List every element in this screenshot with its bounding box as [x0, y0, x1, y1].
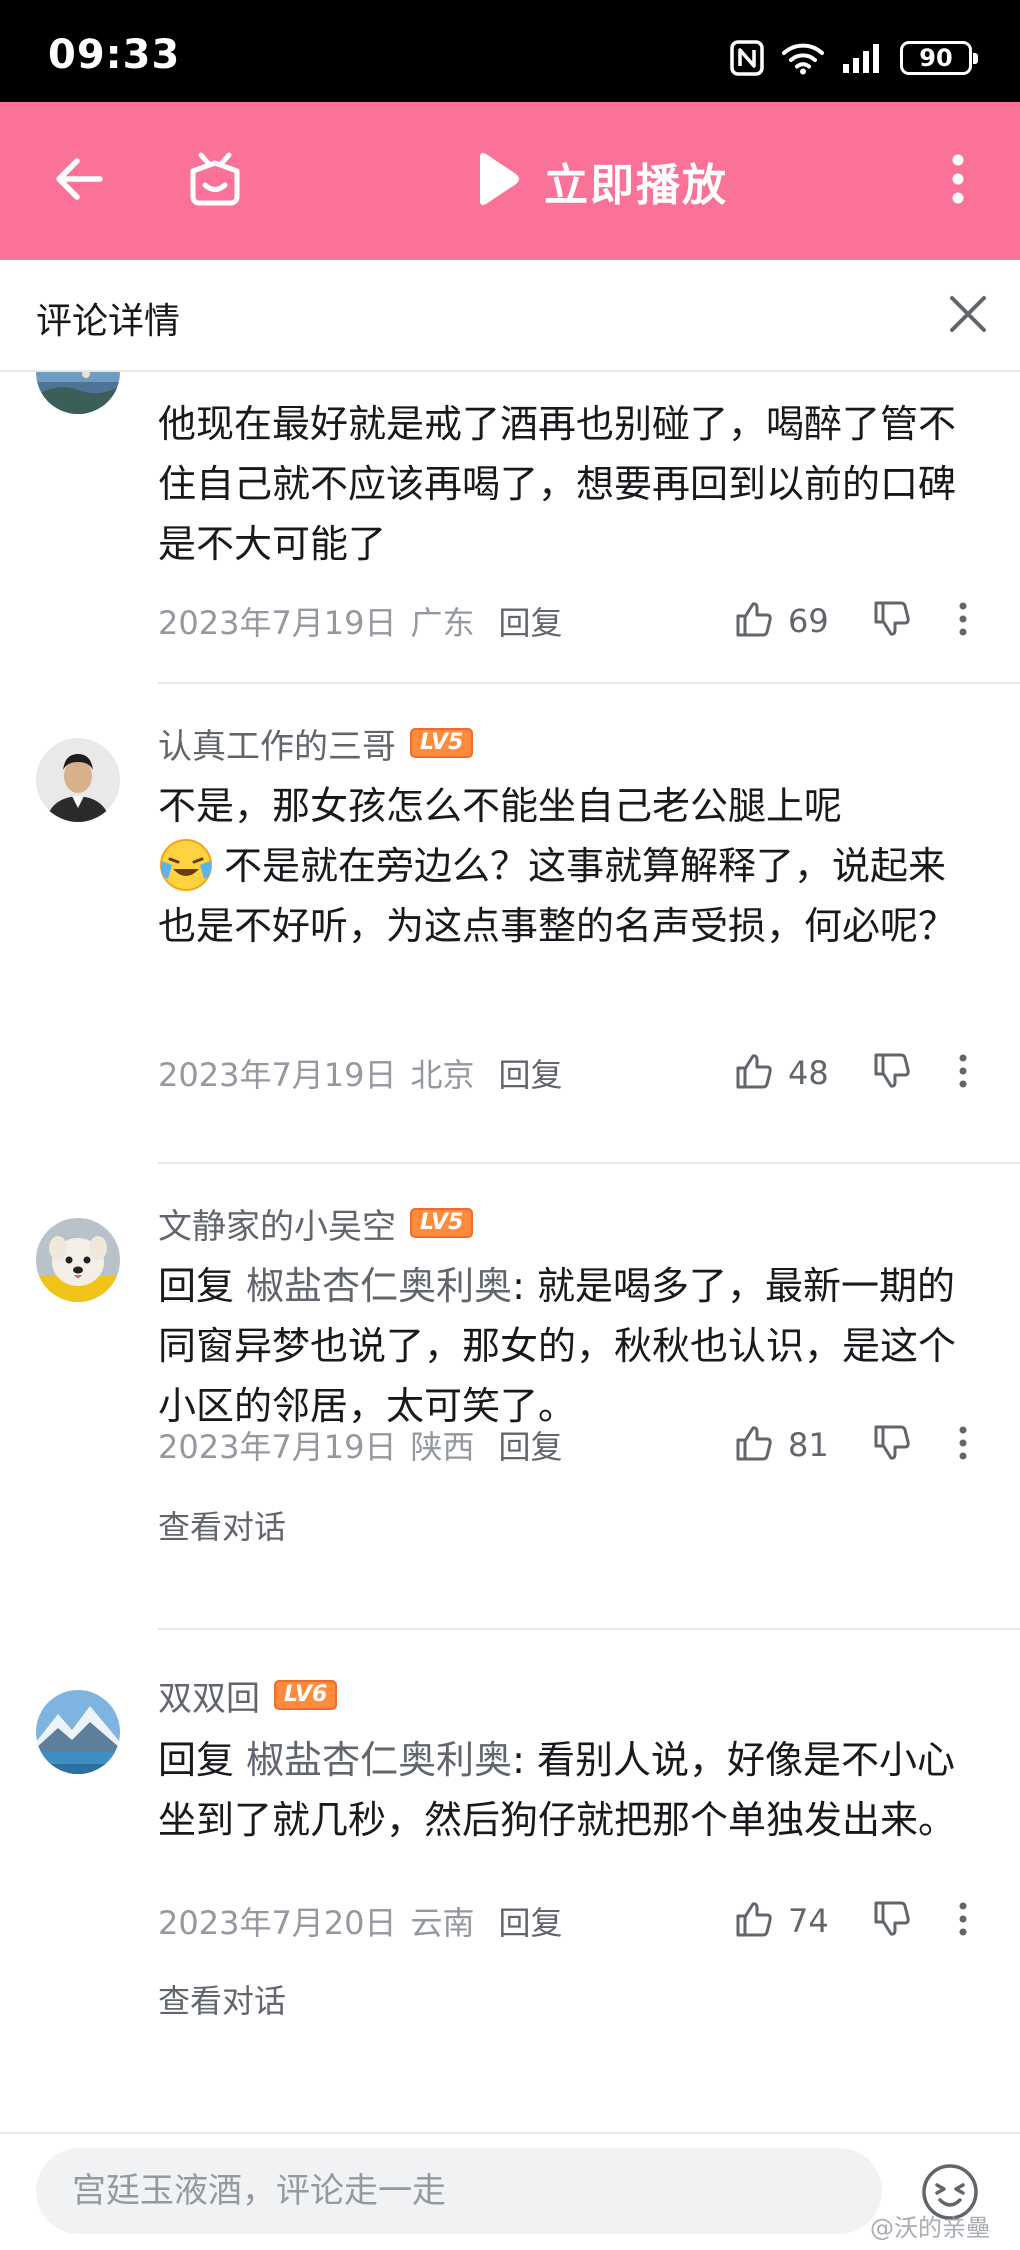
thumb-down-icon	[872, 1051, 912, 1095]
comment-date: 2023年7月20日	[158, 1904, 397, 1942]
reply-prefix: 回复	[158, 1264, 235, 1308]
reply-button[interactable]: 回复	[499, 1050, 563, 1096]
comment-location: 北京	[410, 1056, 475, 1094]
view-conversation-link[interactable]: 查看对话	[158, 1976, 286, 2022]
like-button[interactable]: 69	[734, 596, 838, 646]
comment-meta: 2023年7月19日 广东 回复 69	[158, 596, 988, 646]
play-now-button[interactable]: 立即播放	[470, 146, 728, 216]
comment-user: 双双回 LV6	[158, 1670, 338, 1720]
thumb-up-icon	[734, 1899, 774, 1943]
wifi-icon	[782, 41, 824, 75]
reply-target-user[interactable]: 椒盐杏仁奥利奥	[246, 1264, 512, 1308]
comment-item: 认真工作的三哥 LV5 不是，那女孩怎么不能坐自己老公腿上呢 不是就在旁边么？这…	[0, 684, 1020, 1164]
thumb-up-icon	[734, 1051, 774, 1095]
comment-text: 回复 椒盐杏仁奥利奥: 看别人说，好像是不小心坐到了就几秒，然后狗仔就把那个单独…	[158, 1730, 968, 1850]
like-count: 48	[788, 1054, 829, 1092]
view-conversation-link[interactable]: 查看对话	[158, 1502, 286, 1548]
thumb-down-icon	[872, 1423, 912, 1467]
battery-icon: 90	[900, 41, 978, 75]
dislike-button[interactable]	[872, 596, 912, 646]
comment-item: 双双回 LV6 回复 椒盐杏仁奥利奥: 看别人说，好像是不小心坐到了就几秒，然后…	[0, 1630, 1020, 2130]
level-badge: LV5	[410, 1208, 474, 1238]
reply-target-user[interactable]: 椒盐杏仁奥利奥	[246, 1738, 512, 1782]
more-vertical-icon	[951, 153, 965, 209]
comment-meta: 2023年7月20日 云南 回复 74	[158, 1896, 988, 1946]
comment-date: 2023年7月19日	[158, 1428, 397, 1466]
back-arrow-icon	[53, 157, 103, 205]
app-header: 立即播放	[0, 102, 1020, 260]
signal-icon	[842, 42, 882, 74]
status-icons: 90	[730, 38, 978, 78]
level-badge: LV5	[410, 728, 474, 758]
comment-item: 他现在最好就是戒了酒再也别碰了，喝醉了管不住自己就不应该再喝了，想要再回到以前的…	[0, 372, 1020, 684]
comment-text-part: 不是就在旁边么？这事就算解释了，说起来也是不好听，为这点事整的名声受损，何必呢？	[158, 844, 957, 948]
like-count: 81	[788, 1426, 829, 1464]
back-button[interactable]	[40, 143, 116, 219]
comment-input-bar: @沃的亲壘	[0, 2132, 1020, 2250]
like-button[interactable]: 81	[734, 1420, 838, 1470]
dislike-button[interactable]	[872, 1896, 912, 1946]
comment-more-button[interactable]	[958, 596, 968, 646]
comment-date: 2023年7月19日	[158, 604, 397, 642]
avatar[interactable]	[36, 372, 120, 414]
more-button[interactable]	[920, 143, 996, 219]
username[interactable]: 文静家的小吴空	[158, 1199, 396, 1248]
comment-detail-header: 评论详情	[0, 260, 1020, 372]
comment-more-button[interactable]	[958, 1420, 968, 1470]
comment-location: 广东	[410, 604, 475, 642]
reply-button[interactable]: 回复	[499, 1898, 563, 1944]
comment-input[interactable]	[36, 2148, 882, 2234]
reply-prefix: 回复	[158, 1738, 235, 1782]
like-count: 69	[788, 602, 829, 640]
thumb-up-icon	[734, 1423, 774, 1467]
comment-location: 陕西	[410, 1428, 475, 1466]
status-time: 09:33	[48, 32, 181, 78]
level-badge: LV6	[274, 1680, 338, 1710]
more-vertical-icon	[958, 1425, 968, 1465]
comment-text: 他现在最好就是戒了酒再也别碰了，喝醉了管不住自己就不应该再喝了，想要再回到以前的…	[158, 402, 957, 566]
more-vertical-icon	[958, 1053, 968, 1093]
play-icon	[470, 151, 522, 211]
avatar[interactable]	[36, 1690, 120, 1774]
comment-meta: 2023年7月19日 北京 回复 48	[158, 1048, 988, 1098]
like-button[interactable]: 48	[734, 1048, 838, 1098]
like-button[interactable]: 74	[734, 1896, 838, 1946]
thumb-down-icon	[872, 599, 912, 643]
dislike-button[interactable]	[872, 1420, 912, 1470]
like-count: 74	[788, 1902, 829, 1940]
thumb-up-icon	[734, 599, 774, 643]
nfc-icon	[730, 40, 764, 76]
comment-text: 不是，那女孩怎么不能坐自己老公腿上呢 不是就在旁边么？这事就算解释了，说起来也是…	[158, 776, 968, 956]
home-button[interactable]	[177, 143, 253, 219]
comment-more-button[interactable]	[958, 1048, 968, 1098]
status-bar: 09:33 90	[0, 0, 1020, 102]
thumb-down-icon	[872, 1899, 912, 1943]
avatar[interactable]	[36, 738, 120, 822]
close-icon	[948, 294, 988, 338]
more-vertical-icon	[958, 1901, 968, 1941]
play-now-label: 立即播放	[544, 160, 728, 211]
username[interactable]: 认真工作的三哥	[158, 719, 396, 768]
close-button[interactable]	[936, 284, 1000, 348]
reply-button[interactable]: 回复	[499, 1422, 563, 1468]
reply-button[interactable]: 回复	[499, 598, 563, 644]
home-tv-icon	[187, 151, 243, 211]
comment-user: 文静家的小吴空 LV5	[158, 1198, 474, 1248]
comment-text-part: 不是，那女孩怎么不能坐自己老公腿上呢	[158, 784, 843, 828]
laugh-cry-emoji-icon	[158, 837, 214, 893]
username[interactable]: 双双回	[158, 1671, 260, 1720]
comment-item: 文静家的小吴空 LV5 回复 椒盐杏仁奥利奥: 就是喝多了，最新一期的同窗异梦也…	[0, 1164, 1020, 1660]
comment-location: 云南	[410, 1904, 475, 1942]
comment-meta: 2023年7月19日 陕西 回复 81	[158, 1420, 988, 1470]
dislike-button[interactable]	[872, 1048, 912, 1098]
watermark: @沃的亲壘	[870, 2214, 990, 2242]
avatar[interactable]	[36, 1218, 120, 1302]
more-vertical-icon	[958, 601, 968, 641]
comment-date: 2023年7月19日	[158, 1056, 397, 1094]
comment-more-button[interactable]	[958, 1896, 968, 1946]
comment-list[interactable]: 他现在最好就是戒了酒再也别碰了，喝醉了管不住自己就不应该再喝了，想要再回到以前的…	[0, 372, 1020, 2132]
panel-title: 评论详情	[36, 301, 181, 342]
comment-user: 认真工作的三哥 LV5	[158, 718, 474, 768]
comment-text: 回复 椒盐杏仁奥利奥: 就是喝多了，最新一期的同窗异梦也说了，那女的，秋秋也认识…	[158, 1256, 968, 1436]
